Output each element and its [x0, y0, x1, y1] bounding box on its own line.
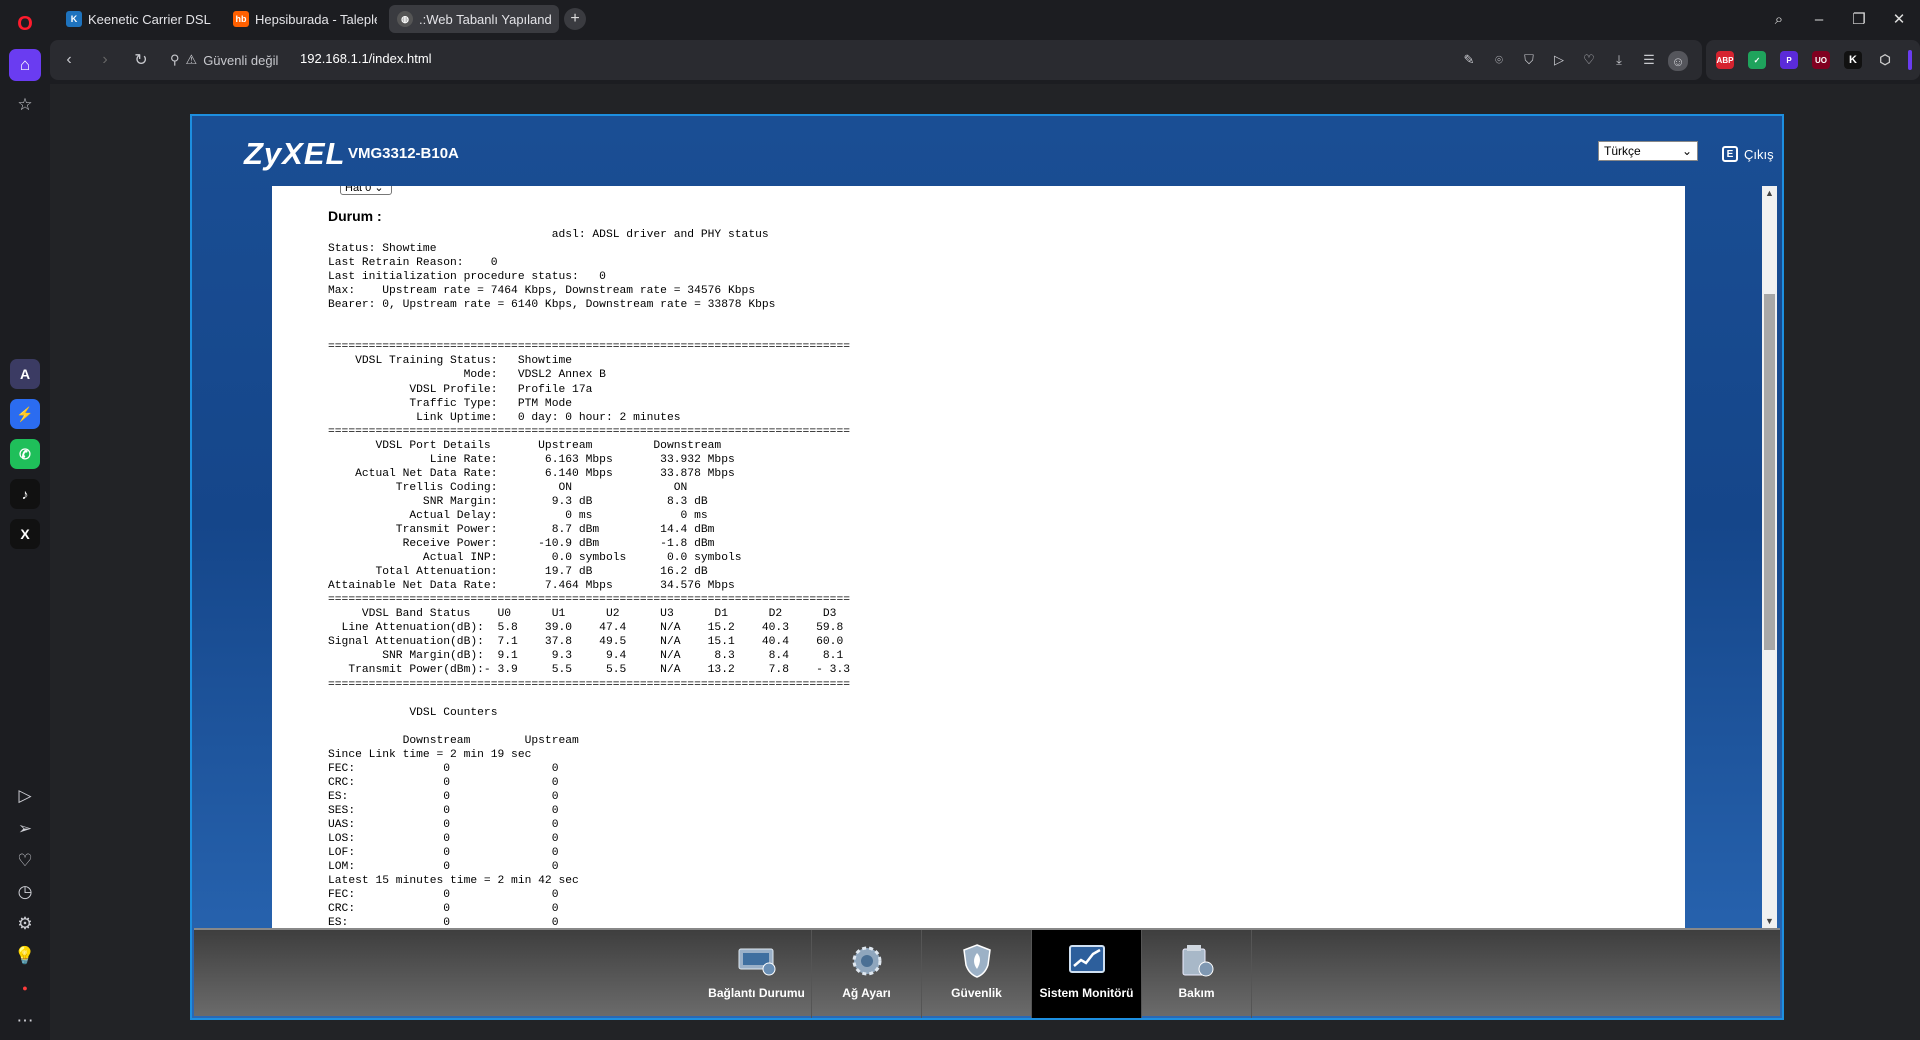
whatsapp-icon[interactable]: ✆ [10, 439, 40, 469]
aria-icon[interactable]: A [10, 359, 40, 389]
menu-label: Bağlantı Durumu [708, 986, 805, 1000]
language-select[interactable]: Türkçe ⌄ [1598, 141, 1698, 161]
tab-title: .:Web Tabanlı Yapılandırıc [419, 11, 551, 27]
restore-button[interactable]: ❐ [1848, 8, 1870, 30]
close-window-button[interactable]: ✕ [1888, 8, 1910, 30]
ublock-sidebar-icon[interactable]: ● [9, 972, 41, 1004]
scroll-down-icon[interactable]: ▼ [1765, 916, 1774, 926]
connection-status-icon [737, 944, 777, 978]
menu-security[interactable]: Güvenlik [922, 930, 1032, 1018]
zyxel-logo: ZyXEL [244, 136, 346, 171]
logout-icon: E [1722, 146, 1738, 162]
search-tabs-icon[interactable]: ⌕ [1768, 8, 1790, 30]
messenger-icon[interactable]: ⚡ [10, 399, 40, 429]
tab-router-config[interactable]: ◍ .:Web Tabanlı Yapılandırıc [389, 5, 559, 33]
keenetic-favicon-icon: K [66, 11, 82, 27]
adblock-plus-icon[interactable]: ABP [1716, 51, 1734, 69]
sidebar-toggle[interactable] [1908, 50, 1912, 70]
tips-bulb-icon[interactable]: 💡 [9, 940, 41, 972]
player-icon[interactable]: ▷ [9, 780, 41, 812]
line-select-value: Hat 0 [345, 186, 372, 194]
tab-title: Keenetic Carrier DSL – Gir [88, 11, 212, 27]
minimize-button[interactable]: – [1808, 8, 1830, 30]
settings-gear-icon[interactable]: ⚙ [9, 908, 41, 940]
dsl-status-output: adsl: ADSL driver and PHY status Status:… [328, 229, 851, 928]
browser-sidebar: O ⌂ ☆ A ⚡ ✆ ♪ X ▷ ➢ ♡ ◷ ⚙ 💡 ● ⋯ [0, 0, 50, 1040]
home-icon[interactable]: ⌂ [9, 49, 41, 81]
warning-icon: ⚠ [185, 52, 198, 67]
content-scrollbar[interactable]: ▲ ▼ [1762, 186, 1777, 928]
menu-label: Güvenlik [951, 986, 1002, 1000]
extensions-cube-icon[interactable]: ⬡ [1876, 51, 1894, 69]
menu-connection-status[interactable]: Bağlantı Durumu [702, 930, 812, 1018]
new-tab-button[interactable]: + [564, 8, 586, 30]
easy-setup-icon[interactable]: ☰ [1640, 51, 1658, 69]
site-info-icon: ⚲ [170, 52, 180, 67]
tab-keenetic[interactable]: K Keenetic Carrier DSL – Gir [58, 5, 220, 33]
menu-maintenance[interactable]: Bakım [1142, 930, 1252, 1018]
line-select[interactable]: Hat 0 ⌄ [340, 186, 392, 195]
edit-icon[interactable]: ✎ [1460, 51, 1478, 69]
pinboard-icon[interactable]: ☆ [9, 89, 41, 121]
logout-label: Çıkış [1744, 146, 1774, 162]
page-viewport: ZyXEL VMG3312-B10A Türkçe ⌄ E Çıkış Hat … [50, 84, 1920, 1040]
scroll-up-icon[interactable]: ▲ [1765, 188, 1774, 198]
maintenance-icon [1177, 944, 1217, 978]
download-icon[interactable]: ⤓ [1610, 51, 1628, 69]
chevron-down-icon: ⌄ [1681, 144, 1692, 158]
bottom-menu: Bağlantı Durumu Ağ Ayarı Güvenlik Sistem… [194, 928, 1780, 1018]
address-bar: ‹ › ↻ ⚲ ⚠ Güvenli değil 192.168.1.1/inde… [50, 40, 1702, 80]
system-monitor-icon [1067, 944, 1107, 978]
shield-extension-icon[interactable]: ✓ [1748, 51, 1766, 69]
security-label: Güvenli değil [203, 52, 279, 68]
reload-button[interactable]: ↻ [130, 49, 152, 71]
forward-button[interactable]: › [94, 49, 116, 71]
play-icon[interactable]: ▷ [1550, 51, 1568, 69]
menu-label: Bakım [1178, 986, 1215, 1000]
tab-bar: K Keenetic Carrier DSL – Gir hb Hepsibur… [50, 0, 1920, 38]
model-name: VMG3312-B10A [348, 145, 459, 162]
menu-label: Sistem Monitörü [1039, 986, 1134, 1000]
x-twitter-icon[interactable]: X [10, 519, 40, 549]
more-dots-icon[interactable]: ⋯ [9, 1005, 41, 1037]
scroll-thumb[interactable] [1764, 294, 1775, 650]
network-gear-icon [847, 944, 887, 978]
extensions-bar: ABP ✓ P UO K ⬡ [1706, 40, 1920, 80]
status-panel: Hat 0 ⌄ Durum : adsl: ADSL driver and PH… [272, 186, 1685, 928]
p-extension-icon[interactable]: P [1780, 51, 1798, 69]
menu-network-settings[interactable]: Ağ Ayarı [812, 930, 922, 1018]
profile-icon[interactable]: ☺ [1668, 51, 1688, 71]
camera-icon[interactable]: ⌾ [1490, 51, 1508, 69]
back-button[interactable]: ‹ [58, 49, 80, 71]
language-value: Türkçe [1604, 144, 1641, 158]
status-heading: Durum : [328, 208, 382, 224]
logout-button[interactable]: E Çıkış [1722, 146, 1774, 162]
history-icon[interactable]: ◷ [9, 876, 41, 908]
tiktok-icon[interactable]: ♪ [10, 479, 40, 509]
security-shield-icon [957, 944, 997, 978]
menu-label: Ağ Ayarı [842, 986, 891, 1000]
opera-logo-icon[interactable]: O [9, 8, 41, 40]
menu-system-monitor[interactable]: Sistem Monitörü [1032, 930, 1142, 1018]
send-icon[interactable]: ➢ [9, 813, 41, 845]
shield-icon[interactable]: ⛉ [1520, 51, 1538, 69]
security-indicator[interactable]: ⚲ ⚠ Güvenli değil [170, 51, 278, 69]
globe-icon: ◍ [397, 11, 413, 27]
tab-title: Hepsiburada - Taleplerim [255, 11, 377, 27]
bookmark-heart-icon[interactable]: ♡ [1580, 51, 1598, 69]
ublock-origin-icon[interactable]: UO [1812, 51, 1830, 69]
router-ui: ZyXEL VMG3312-B10A Türkçe ⌄ E Çıkış Hat … [190, 114, 1784, 1020]
k-extension-icon[interactable]: K [1844, 51, 1862, 69]
heart-icon[interactable]: ♡ [9, 845, 41, 877]
url-input[interactable]: 192.168.1.1/index.html [300, 51, 432, 66]
tab-hepsiburada[interactable]: hb Hepsiburada - Taleplerim [225, 5, 385, 33]
hepsiburada-favicon-icon: hb [233, 11, 249, 27]
